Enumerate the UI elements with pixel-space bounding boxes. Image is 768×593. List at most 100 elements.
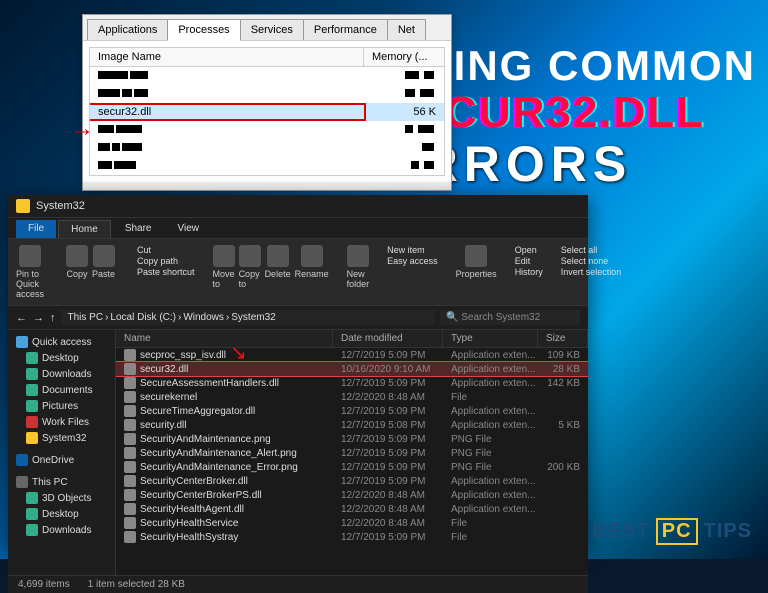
easyaccess-button[interactable]: Easy access	[387, 256, 438, 266]
col-name[interactable]: Name	[116, 330, 333, 347]
sidebar-system32[interactable]: System32	[12, 430, 111, 446]
file-row[interactable]: SecurityHealthService12/2/2020 8:48 AMFi…	[116, 516, 588, 530]
tm-process-list[interactable]: secur32.dll 56 K	[89, 67, 445, 176]
moveto-button[interactable]: Move to	[213, 245, 235, 299]
column-headers: Name Date modified Type Size	[116, 330, 588, 348]
status-bar: 4,699 items 1 item selected 28 KB	[8, 575, 588, 593]
file-row[interactable]: SecureAssessmentHandlers.dll12/7/2019 5:…	[116, 376, 588, 390]
delete-button[interactable]: Delete	[265, 245, 291, 299]
file-icon	[124, 447, 136, 459]
ribbon: Pin to Quick access Copy Paste Cut Copy …	[8, 239, 588, 306]
selectnone-button[interactable]: Select none	[561, 256, 622, 266]
invert-button[interactable]: Invert selection	[561, 267, 622, 277]
properties-button[interactable]: Properties	[456, 245, 497, 299]
status-count: 4,699 items	[18, 579, 70, 590]
copypath-button[interactable]: Copy path	[137, 256, 195, 266]
moveto-icon	[213, 245, 235, 267]
file-row[interactable]: SecureTimeAggregator.dll12/7/2019 5:09 P…	[116, 404, 588, 418]
pin-button[interactable]: Pin to Quick access	[16, 245, 44, 299]
ribtab-file[interactable]: File	[16, 220, 56, 238]
sidebar-documents[interactable]: Documents	[12, 382, 111, 398]
file-icon	[124, 517, 136, 529]
file-row[interactable]: SecurityCenterBrokerPS.dll12/2/2020 8:48…	[116, 488, 588, 502]
col-memory[interactable]: Memory (...	[364, 48, 444, 66]
pictures-icon	[26, 400, 38, 412]
sidebar-thispc[interactable]: This PC	[12, 474, 111, 490]
file-row[interactable]: SecurityHealthAgent.dll12/2/2020 8:48 AM…	[116, 502, 588, 516]
file-list[interactable]: secproc_ssp_isv.dll12/7/2019 5:09 PMAppl…	[116, 348, 588, 544]
selectall-button[interactable]: Select all	[561, 245, 622, 255]
breadcrumb[interactable]: This PC › Local Disk (C:) › Windows › Sy…	[62, 310, 435, 325]
ribtab-home[interactable]: Home	[58, 220, 111, 238]
file-row[interactable]: secproc_ssp_isv.dll12/7/2019 5:09 PMAppl…	[116, 348, 588, 362]
col-type[interactable]: Type	[443, 330, 538, 347]
cube-icon	[26, 492, 38, 504]
file-icon	[124, 475, 136, 487]
tab-networking[interactable]: Net	[387, 19, 426, 40]
paste-button[interactable]: Paste	[92, 245, 115, 279]
arrow-icon: ↘	[230, 340, 247, 365]
folder-icon	[16, 199, 30, 213]
file-icon	[124, 461, 136, 473]
edit-button[interactable]: Edit	[515, 256, 543, 266]
download-icon	[26, 524, 38, 536]
sidebar-desktop[interactable]: Desktop	[12, 350, 111, 366]
newfolder-button[interactable]: New folder	[347, 245, 370, 299]
newitem-button[interactable]: New item	[387, 245, 438, 255]
folder-icon	[26, 416, 38, 428]
file-icon	[124, 419, 136, 431]
file-row[interactable]: SecurityCenterBroker.dll12/7/2019 5:09 P…	[116, 474, 588, 488]
file-icon	[124, 489, 136, 501]
search-input[interactable]: 🔍 Search System32	[440, 310, 580, 325]
sidebar-desktop2[interactable]: Desktop	[12, 506, 111, 522]
file-row[interactable]: SecurityAndMaintenance_Error.png12/7/201…	[116, 460, 588, 474]
tab-applications[interactable]: Applications	[87, 19, 168, 40]
file-row[interactable]: SecurityAndMaintenance.png12/7/2019 5:09…	[116, 432, 588, 446]
sidebar-pictures[interactable]: Pictures	[12, 398, 111, 414]
file-icon	[124, 349, 136, 361]
paste-shortcut-button[interactable]: Paste shortcut	[137, 267, 195, 277]
forward-icon[interactable]: →	[33, 312, 44, 324]
star-icon	[16, 336, 28, 348]
tm-tabbar: Applications Processes Services Performa…	[83, 15, 451, 41]
sidebar-onedrive[interactable]: OneDrive	[12, 452, 111, 468]
rename-button[interactable]: Rename	[295, 245, 329, 299]
ribtab-share[interactable]: Share	[113, 220, 164, 238]
sidebar-downloads2[interactable]: Downloads	[12, 522, 111, 538]
ribbon-tabs: File Home Share View	[8, 218, 588, 239]
copy-button[interactable]: Copy	[66, 245, 88, 279]
file-row[interactable]: securekernel12/2/2020 8:48 AMFile	[116, 390, 588, 404]
task-manager-window: Applications Processes Services Performa…	[82, 14, 452, 191]
sidebar-downloads[interactable]: Downloads	[12, 366, 111, 382]
sidebar-quick-access[interactable]: Quick access	[12, 334, 111, 350]
pin-icon	[19, 245, 41, 267]
cut-button[interactable]: Cut	[137, 245, 195, 255]
copyto-button[interactable]: Copy to	[239, 245, 261, 299]
copyto-icon	[239, 245, 261, 267]
up-icon[interactable]: ↑	[50, 312, 56, 324]
tab-processes[interactable]: Processes	[167, 19, 240, 41]
documents-icon	[26, 384, 38, 396]
history-button[interactable]: History	[515, 267, 543, 277]
ribtab-view[interactable]: View	[166, 220, 212, 238]
back-icon[interactable]: ←	[16, 312, 27, 324]
download-icon	[26, 368, 38, 380]
tab-performance[interactable]: Performance	[303, 19, 388, 40]
file-row[interactable]: security.dll12/7/2019 5:08 PMApplication…	[116, 418, 588, 432]
file-row[interactable]: SecurityAndMaintenance_Alert.png12/7/201…	[116, 446, 588, 460]
address-bar: ← → ↑ This PC › Local Disk (C:) › Window…	[8, 306, 588, 330]
col-date[interactable]: Date modified	[333, 330, 443, 347]
file-icon	[124, 531, 136, 543]
file-row[interactable]: SecurityHealthSystray12/7/2019 5:09 PMFi…	[116, 530, 588, 544]
desktop-icon	[26, 352, 38, 364]
open-button[interactable]: Open	[515, 245, 543, 255]
col-size[interactable]: Size	[538, 330, 588, 347]
col-image-name[interactable]: Image Name	[90, 48, 364, 66]
fe-titlebar[interactable]: System32	[8, 195, 588, 218]
tab-services[interactable]: Services	[240, 19, 304, 40]
process-name[interactable]: secur32.dll	[90, 105, 364, 119]
sidebar-3dobjects[interactable]: 3D Objects	[12, 490, 111, 506]
sidebar-workfiles[interactable]: Work Files	[12, 414, 111, 430]
pc-icon	[16, 476, 28, 488]
file-row[interactable]: secur32.dll10/16/2020 9:10 AMApplication…	[116, 362, 588, 376]
